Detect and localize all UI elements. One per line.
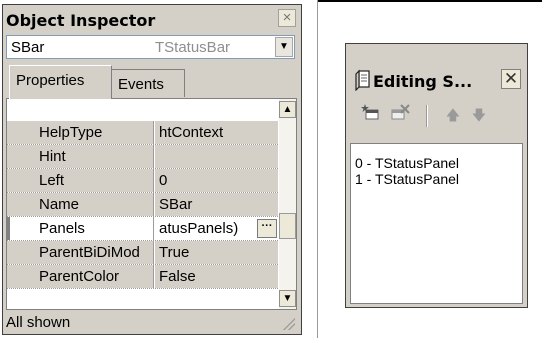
property-name: Panels [7,217,154,240]
window-top-edge [317,0,542,2]
arrow-down-icon[interactable]: 🡇 [467,103,491,127]
property-value[interactable]: atusPanels) ··· [155,217,278,240]
status-bar: All shown [6,314,297,332]
property-name: Hint [7,145,154,168]
tab-events-label: Events [118,76,164,93]
component-name: SBar [11,39,45,56]
property-value[interactable]: True [155,241,278,264]
property-value[interactable]: htContext [155,121,278,144]
scroll-thumb[interactable] [279,213,296,239]
window-app-icon [355,69,370,91]
delete-icon[interactable] [387,103,411,127]
property-value[interactable] [155,145,278,168]
chevron-down-icon[interactable]: ▼ [275,37,293,57]
property-row[interactable]: Name SBar [7,193,278,217]
scroll-up-arrow-icon[interactable]: ▲ [279,101,296,118]
editor-toolbar: 🡅 🡇 [351,103,523,133]
ellipsis-icon[interactable]: ··· [257,219,277,238]
close-icon[interactable]: × [278,9,296,27]
tab-events[interactable]: Events [111,69,185,97]
add-new-icon[interactable] [359,103,383,127]
close-icon[interactable]: ✕ [501,69,521,89]
property-name: HelpType [7,121,154,144]
resize-grip-icon[interactable] [283,318,295,330]
status-text: All shown [6,314,71,331]
property-name: Left [7,169,154,192]
collection-list: 0 - TStatusPanel 1 - TStatusPanel [350,143,523,304]
list-item[interactable]: 0 - TStatusPanel [355,155,459,171]
property-name: ParentBiDiMod [7,241,154,264]
property-grid: HelpType htContext Hint Left 0 Name SBar… [6,98,297,310]
toolbar-separator [426,105,428,127]
property-row[interactable]: HelpType htContext [7,121,278,145]
tab-properties[interactable]: Properties [9,65,112,99]
arrow-up-icon[interactable]: 🡅 [441,103,465,127]
tab-properties-label: Properties [16,72,85,89]
scroll-down-arrow-icon[interactable]: ▼ [279,290,296,307]
property-value[interactable]: 0 [155,169,278,192]
property-row[interactable]: Hint [7,145,278,169]
editor-title: Editing S... [373,72,473,91]
property-value[interactable]: SBar [155,193,278,216]
object-inspector-title: Object Inspector [6,11,156,30]
property-row[interactable]: ParentBiDiMod True [7,241,278,265]
object-inspector-window: Object Inspector × SBar TStatusBar ▼ Pro… [2,4,302,335]
property-value[interactable]: False [155,265,278,288]
property-row[interactable]: Left 0 [7,169,278,193]
window-left-edge [317,0,318,338]
property-row[interactable]: ParentColor False [7,265,278,289]
component-selector[interactable]: SBar TStatusBar ▼ [6,35,295,59]
list-item[interactable]: 1 - TStatusPanel [355,171,459,187]
vertical-scrollbar[interactable]: ▲ ▼ [279,99,296,309]
property-value-text: atusPanels) [159,220,239,237]
property-row-selected[interactable]: Panels atusPanels) ··· [7,217,278,241]
property-name: Name [7,193,154,216]
collection-editor-window: Editing S... ✕ 🡅 🡇 0 - TStatusPanel 1 - … [345,43,528,308]
property-name: ParentColor [7,265,154,288]
component-type: TStatusBar [155,39,231,56]
